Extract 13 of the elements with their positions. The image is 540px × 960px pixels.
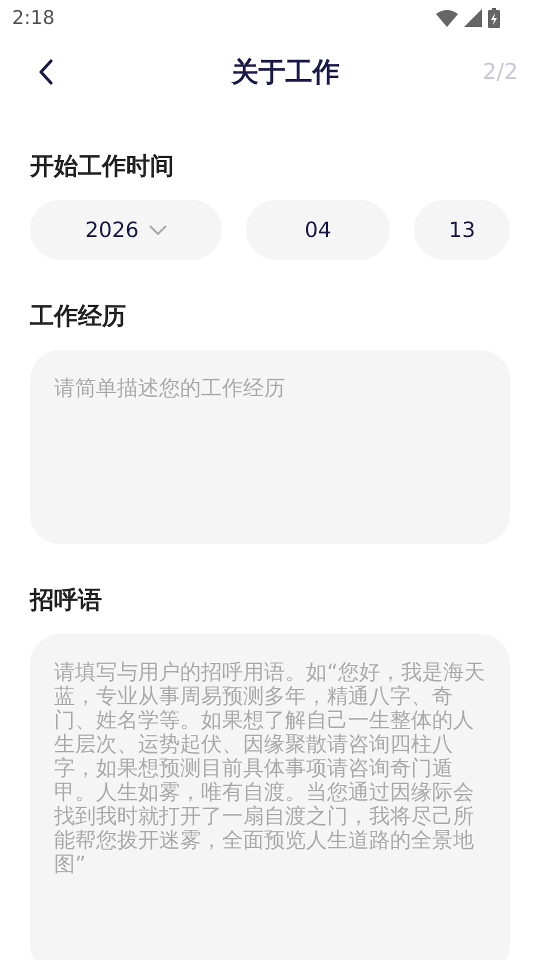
battery-icon [488, 8, 500, 28]
date-picker[interactable]: 2026 [30, 200, 222, 260]
section-label: 开始工作时间 [30, 151, 175, 182]
section-label: 招呼语 [30, 585, 103, 616]
wifi-icon [436, 9, 458, 27]
signal-icon [464, 9, 482, 27]
date-picker[interactable]: 13 [414, 200, 510, 260]
page-title: 关于工作 [231, 56, 340, 90]
text-area[interactable]: 请简单描述您的工作经历 [30, 350, 510, 544]
section-label: 工作经历 [30, 301, 127, 332]
text-area[interactable]: 请填写与用户的招呼用语。如“您好，我是海天蓝，专业从事周易预测多年，精通八字、奇门、姓名学等。如果想了解自己一生整体的人生层次、运势起伏、因缘聚散请咨询四柱八字，如果想预测目前具体事项请咨询奇门遁甲。人生如雾，唯有自渡。当您通过因缘际会找到我时就打开了一扇自渡之门，我将尽己所能帮您拨开迷雾，全面预览人生道路的全景地图” [30, 634, 510, 960]
status-time: 2:18 [12, 7, 55, 29]
date-picker[interactable]: 04 [246, 200, 390, 260]
